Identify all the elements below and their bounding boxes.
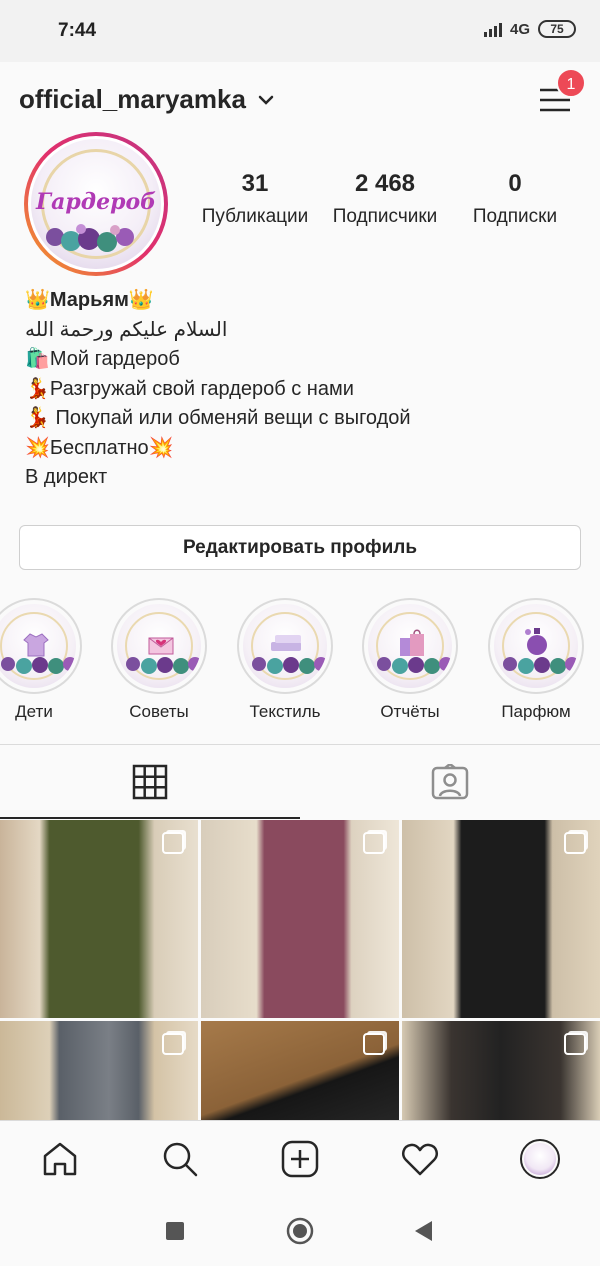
towels-icon bbox=[271, 635, 301, 651]
post-thumbnail[interactable] bbox=[201, 1021, 399, 1120]
chevron-down-icon[interactable] bbox=[258, 94, 274, 106]
highlight-label: Отчёты bbox=[380, 702, 440, 721]
signal-icon bbox=[483, 21, 502, 37]
highlight-label: Парфюм bbox=[501, 702, 571, 721]
stat-followers-count: 2 468 bbox=[354, 170, 416, 197]
nav-home[interactable] bbox=[38, 1137, 82, 1181]
bio-line: 💃 Покупай или обменяй вещи с выгодой bbox=[25, 407, 411, 429]
square-icon bbox=[166, 1222, 184, 1240]
flowers-decoration-icon bbox=[1, 657, 76, 674]
network-label: 4G bbox=[509, 20, 530, 38]
post-thumbnail[interactable] bbox=[402, 1021, 600, 1120]
status-time: 7:44 bbox=[58, 20, 97, 41]
grid-icon bbox=[132, 764, 168, 800]
back-triangle-icon bbox=[415, 1221, 432, 1241]
nav-activity[interactable] bbox=[398, 1137, 442, 1181]
post-thumbnail[interactable] bbox=[0, 820, 198, 1018]
notification-badge: 1 bbox=[556, 68, 586, 98]
recent-apps-button[interactable] bbox=[160, 1216, 190, 1246]
home-icon bbox=[43, 1142, 77, 1176]
story-highlights: Дети Советы Текстиль Отчёты Парфюм bbox=[0, 598, 600, 728]
post-thumbnail[interactable] bbox=[402, 820, 600, 1018]
bio-line: В директ bbox=[25, 466, 108, 488]
tagged-person-icon bbox=[431, 764, 469, 800]
stat-followers-label: Подписчики bbox=[332, 206, 438, 227]
highlight-item[interactable]: Советы bbox=[111, 598, 207, 722]
back-button[interactable] bbox=[408, 1216, 438, 1246]
flowers-decoration-icon bbox=[46, 224, 134, 252]
stat-posts[interactable]: 31 Публикации bbox=[190, 170, 320, 228]
bio-line: 🛍️Мой гардероб bbox=[25, 348, 180, 370]
stat-following-count: 0 bbox=[508, 170, 522, 197]
bio-line-arabic: السلام عليكم ورحمة الله bbox=[25, 318, 228, 341]
multiple-photos-icon bbox=[162, 832, 184, 854]
system-navigation bbox=[0, 1196, 600, 1266]
nav-new-post[interactable] bbox=[278, 1137, 322, 1181]
flowers-decoration-icon bbox=[126, 657, 201, 674]
bio-line: 💃Разгружай свой гардероб с нами bbox=[25, 377, 354, 400]
edit-profile-button[interactable]: Редактировать профиль bbox=[19, 525, 581, 570]
new-post-icon bbox=[281, 1140, 319, 1178]
home-button[interactable] bbox=[285, 1216, 315, 1246]
bottom-navigation bbox=[0, 1120, 600, 1196]
multiple-photos-icon bbox=[564, 832, 586, 854]
nav-search[interactable] bbox=[158, 1137, 202, 1181]
profile-stats: 31 Публикации 2 468 Подписчики 0 Подписк… bbox=[190, 170, 580, 228]
post-thumbnail[interactable] bbox=[201, 820, 399, 1018]
profile-bio: 👑Марьям👑 السلام عليكم ورحمة الله 🛍️Мой г… bbox=[25, 286, 585, 493]
profile-tabs bbox=[0, 744, 600, 819]
tab-grid[interactable] bbox=[0, 745, 300, 819]
circle-icon bbox=[286, 1217, 314, 1245]
multiple-photos-icon bbox=[162, 1033, 184, 1055]
status-indicators: 4G 75 bbox=[483, 20, 576, 38]
highlight-label: Текстиль bbox=[249, 702, 321, 721]
post-thumbnail[interactable] bbox=[0, 1021, 198, 1120]
highlight-item[interactable]: Парфюм bbox=[488, 598, 584, 722]
flowers-decoration-icon bbox=[377, 657, 452, 674]
profile-avatar-icon bbox=[520, 1139, 560, 1179]
highlight-label: Советы bbox=[129, 702, 189, 721]
avatar-logo-text: Гардероб bbox=[35, 189, 157, 215]
stat-posts-count: 31 bbox=[241, 170, 269, 197]
flowers-decoration-icon bbox=[503, 657, 578, 674]
stat-following[interactable]: 0 Подписки bbox=[450, 170, 580, 228]
stat-posts-label: Публикации bbox=[201, 206, 309, 227]
profile-display-name: 👑Марьям👑 bbox=[25, 289, 154, 311]
highlight-item[interactable]: Текстиль bbox=[237, 598, 333, 722]
stat-followers[interactable]: 2 468 Подписчики bbox=[320, 170, 450, 228]
profile-avatar[interactable]: Гардероб bbox=[24, 132, 168, 276]
highlight-label: Дети bbox=[15, 702, 53, 721]
multiple-photos-icon bbox=[363, 1033, 385, 1055]
highlight-item[interactable]: Дети bbox=[0, 598, 82, 722]
status-bar: 7:44 4G 75 bbox=[0, 0, 600, 62]
bio-line: 💥Бесплатно💥 bbox=[25, 436, 174, 459]
activity-heart-icon bbox=[402, 1143, 438, 1176]
profile-header: official_maryamka 1 bbox=[0, 62, 600, 136]
posts-grid bbox=[0, 820, 600, 1120]
stat-following-label: Подписки bbox=[472, 206, 558, 227]
flowers-decoration-icon bbox=[252, 657, 327, 674]
search-icon bbox=[163, 1142, 198, 1177]
multiple-photos-icon bbox=[363, 832, 385, 854]
battery-icon: 75 bbox=[538, 20, 576, 38]
nav-profile[interactable] bbox=[518, 1137, 562, 1181]
multiple-photos-icon bbox=[564, 1033, 586, 1055]
tab-tagged[interactable] bbox=[300, 745, 600, 819]
account-username[interactable]: official_maryamka bbox=[19, 84, 246, 115]
active-tab-indicator bbox=[0, 817, 300, 819]
highlight-item[interactable]: Отчёты bbox=[362, 598, 458, 722]
